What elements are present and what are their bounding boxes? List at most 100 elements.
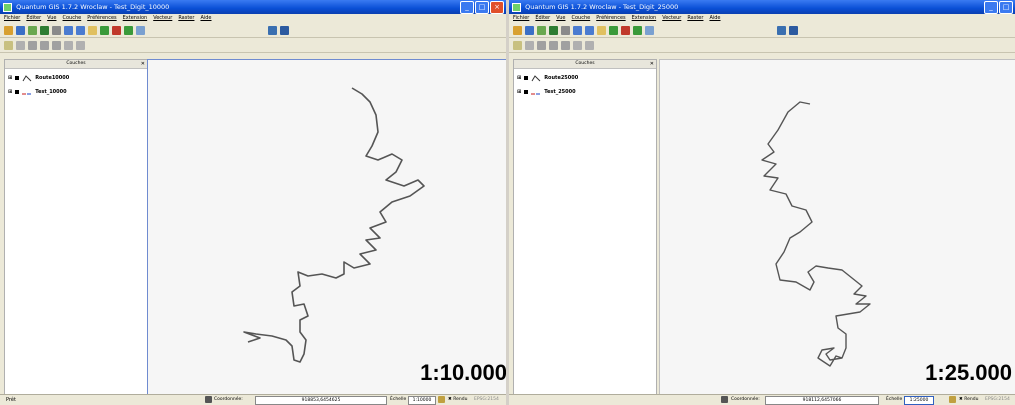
menu-layer[interactable]: Couche xyxy=(572,14,591,23)
stop-render-icon[interactable] xyxy=(949,396,956,403)
cut-icon[interactable] xyxy=(573,40,582,50)
menu-layer[interactable]: Couche xyxy=(63,14,82,23)
save-edits-icon[interactable] xyxy=(525,40,534,50)
node-tool-icon[interactable] xyxy=(40,40,49,50)
layer2-icon[interactable] xyxy=(585,25,594,35)
expand-icon[interactable]: ⊞ xyxy=(517,89,521,95)
menu-help[interactable]: Aide xyxy=(709,14,720,23)
zoom-icon[interactable] xyxy=(136,25,145,35)
render-checkbox[interactable]: ✖ Rendu xyxy=(959,396,978,404)
open-project-icon[interactable] xyxy=(4,25,13,35)
expand-icon[interactable]: ⊞ xyxy=(8,89,12,95)
map-canvas[interactable]: 1:25.000 xyxy=(659,59,1015,397)
layer2-icon[interactable] xyxy=(76,25,85,35)
layer-item[interactable]: ⊞ Test_10000 xyxy=(5,87,147,97)
plugin2-icon[interactable] xyxy=(112,25,121,35)
close-button[interactable]: × xyxy=(490,1,504,14)
move-feature-icon[interactable] xyxy=(537,40,546,50)
expand-icon[interactable]: ⊞ xyxy=(517,75,521,81)
delete-icon[interactable] xyxy=(561,40,570,50)
menu-file[interactable]: Fichier xyxy=(4,14,20,23)
menu-edit[interactable]: Éditer xyxy=(26,14,41,23)
scale-field[interactable]: 1:25000 xyxy=(904,396,934,405)
expand-icon[interactable]: ⊞ xyxy=(8,75,12,81)
menu-edit[interactable]: Éditer xyxy=(535,14,550,23)
coordinate-toggle-icon[interactable] xyxy=(205,396,212,403)
menu-settings[interactable]: Préférences xyxy=(87,14,116,23)
coordinate-toggle-icon[interactable] xyxy=(721,396,728,403)
composer-icon[interactable] xyxy=(88,25,97,35)
undo-icon[interactable] xyxy=(268,25,277,35)
layer-item[interactable]: ⊞ Route10000 xyxy=(5,73,147,83)
edit-pencil-icon[interactable] xyxy=(4,40,13,50)
paste-icon[interactable] xyxy=(585,40,594,50)
render-checkbox[interactable]: ✖ Rendu xyxy=(448,396,467,404)
epsg-label[interactable]: EPSG:2154 xyxy=(985,396,1010,404)
delete-icon[interactable] xyxy=(52,40,61,50)
coordinate-field[interactable]: 918853,6454625 xyxy=(255,396,387,405)
layer-visibility-checkbox[interactable] xyxy=(15,76,20,80)
new-project-icon[interactable] xyxy=(537,25,546,35)
menu-plugins[interactable]: Extension xyxy=(632,14,657,23)
undo-icon[interactable] xyxy=(777,25,786,35)
save-edits-icon[interactable] xyxy=(16,40,25,50)
layer-icon[interactable] xyxy=(573,25,582,35)
move-feature-icon[interactable] xyxy=(28,40,37,50)
menu-vector[interactable]: Vecteur xyxy=(153,14,172,23)
coordinate-field[interactable]: 918112,6457066 xyxy=(765,396,879,405)
menu-view[interactable]: Vue xyxy=(47,14,56,23)
menu-raster[interactable]: Raster xyxy=(687,14,703,23)
menu-vector[interactable]: Vecteur xyxy=(662,14,681,23)
open-project-icon[interactable] xyxy=(513,25,522,35)
plugin-icon[interactable] xyxy=(609,25,618,35)
status-bar: Coordonnée: 918112,6457066 Échelle 1:250… xyxy=(509,394,1015,405)
menu-plugins[interactable]: Extension xyxy=(123,14,148,23)
new-project-icon[interactable] xyxy=(28,25,37,35)
layer-item[interactable]: ⊞ Test_25000 xyxy=(514,87,656,97)
add-vector-icon[interactable] xyxy=(549,25,558,35)
save-project-icon[interactable] xyxy=(16,25,25,35)
minimize-button[interactable]: _ xyxy=(984,1,998,14)
status-text: Prêt xyxy=(6,397,16,403)
render-label: Rendu xyxy=(453,397,468,402)
maximize-button[interactable]: □ xyxy=(999,1,1013,14)
layer-item[interactable]: ⊞ Route25000 xyxy=(514,73,656,83)
title-bar: Quantum GIS 1.7.2 Wroclaw - Test_Digit_1… xyxy=(0,0,506,14)
plugin2-icon[interactable] xyxy=(621,25,630,35)
edit-pencil-icon[interactable] xyxy=(513,40,522,50)
epsg-label[interactable]: EPSG:2154 xyxy=(474,396,499,404)
panel-close-icon[interactable]: ✕ xyxy=(650,60,654,68)
save-project-icon[interactable] xyxy=(525,25,534,35)
minimize-button[interactable]: _ xyxy=(460,1,474,14)
plugin3-icon[interactable] xyxy=(124,25,133,35)
menu-view[interactable]: Vue xyxy=(556,14,565,23)
identify-icon[interactable] xyxy=(789,25,798,35)
panel-close-icon[interactable]: ✕ xyxy=(141,60,145,68)
menu-help[interactable]: Aide xyxy=(200,14,211,23)
identify-icon[interactable] xyxy=(280,25,289,35)
maximize-button[interactable]: □ xyxy=(475,1,489,14)
cut-icon[interactable] xyxy=(64,40,73,50)
plugin3-icon[interactable] xyxy=(633,25,642,35)
window-title: Quantum GIS 1.7.2 Wroclaw - Test_Digit_2… xyxy=(525,3,679,11)
zoom-icon[interactable] xyxy=(645,25,654,35)
paste-icon[interactable] xyxy=(76,40,85,50)
layer-visibility-checkbox[interactable] xyxy=(524,76,529,80)
menu-file[interactable]: Fichier xyxy=(513,14,529,23)
add-vector-icon[interactable] xyxy=(40,25,49,35)
plugin-icon[interactable] xyxy=(100,25,109,35)
layer-icon[interactable] xyxy=(64,25,73,35)
layer-visibility-checkbox[interactable] xyxy=(15,90,20,94)
menu-raster[interactable]: Raster xyxy=(178,14,194,23)
node-tool-icon[interactable] xyxy=(549,40,558,50)
scale-field[interactable]: 1:10000 xyxy=(408,396,436,405)
print-icon[interactable] xyxy=(561,25,570,35)
print-icon[interactable] xyxy=(52,25,61,35)
map-canvas[interactable]: 1:10.000 xyxy=(147,59,506,397)
menu-settings[interactable]: Préférences xyxy=(596,14,625,23)
stop-render-icon[interactable] xyxy=(438,396,445,403)
layer-visibility-checkbox[interactable] xyxy=(524,90,529,94)
layer-name: Route25000 xyxy=(544,75,579,81)
composer-icon[interactable] xyxy=(597,25,606,35)
scale-caption: 1:25.000 xyxy=(925,360,1012,385)
